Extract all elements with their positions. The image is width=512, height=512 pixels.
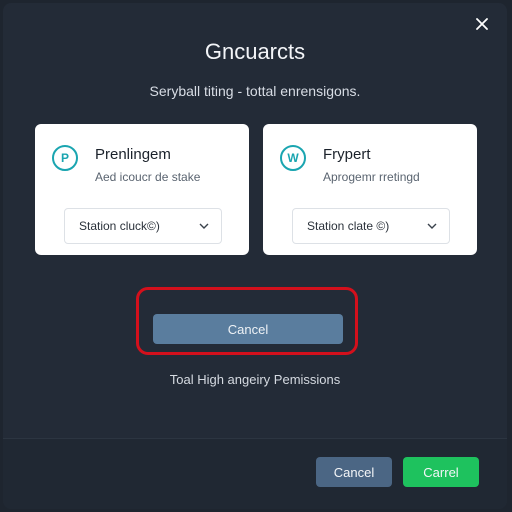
station-select-right[interactable]: Station clate ©): [292, 208, 450, 244]
chevron-down-icon: [199, 221, 209, 231]
card-description: Aprogemr rretingd: [323, 170, 420, 184]
w-circle-icon: W: [280, 145, 306, 171]
chevron-down-icon: [427, 221, 437, 231]
option-card-left[interactable]: P Prenlingem Aed icoucr de stake Station…: [35, 124, 249, 255]
select-value: Station clate ©): [307, 219, 390, 233]
station-select-left[interactable]: Station cluck©): [64, 208, 222, 244]
card-title: Prenlingem: [95, 146, 171, 163]
permissions-dialog: Gncuarcts Seryball titing - tottal enren…: [3, 3, 507, 509]
dialog-subtitle: Seryball titing - tottal enrensigons.: [149, 83, 361, 99]
card-title: Frypert: [323, 146, 371, 163]
select-value: Station cluck©): [79, 219, 160, 233]
footer-confirm-button[interactable]: Carrel: [403, 457, 479, 487]
cancel-button[interactable]: Cancel: [153, 314, 343, 344]
option-card-right[interactable]: W Frypert Aprogemr rretingd Station clat…: [263, 124, 477, 255]
dialog-title: Gncuarcts: [204, 39, 306, 64]
footer-cancel-button[interactable]: Cancel: [316, 457, 392, 487]
permission-note: Toal High angeiry Pemissions: [169, 372, 341, 387]
dialog-footer: Cancel Carrel: [3, 438, 507, 509]
close-icon: [476, 18, 488, 30]
close-button[interactable]: [471, 13, 493, 35]
card-description: Aed icoucr de stake: [95, 170, 201, 184]
p-circle-icon: P: [52, 145, 78, 171]
